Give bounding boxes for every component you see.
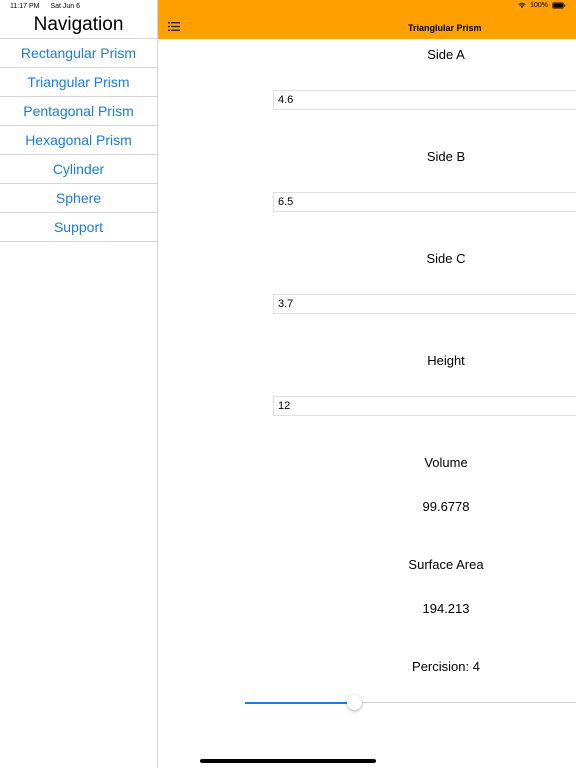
side-b-label: Side B [426, 149, 466, 164]
sidebar-title: Navigation [33, 14, 124, 35]
slider-track-empty[interactable] [355, 702, 576, 703]
side-b-input[interactable] [273, 192, 576, 212]
sidebar-item-support[interactable]: Support [0, 213, 157, 242]
side-c-input[interactable] [273, 294, 576, 314]
slider-track-filled[interactable] [245, 702, 355, 704]
battery-icon [552, 2, 566, 9]
side-a-input[interactable] [273, 90, 576, 110]
surface-area-value: 194.213 [422, 601, 470, 616]
sidebar-item-triangular-prism[interactable]: Triangular Prism [0, 68, 157, 97]
surface-area-label: Surface Area [408, 557, 484, 572]
status-date: Sat Jun 6 [50, 3, 80, 10]
volume-value: 99.6778 [422, 499, 470, 514]
sidebar-list: Rectangular Prism Triangular Prism Penta… [0, 38, 157, 242]
precision-label: Percision: 4 [412, 659, 480, 674]
page-title: Trianglular Prism [408, 23, 482, 33]
slider-thumb[interactable] [347, 695, 362, 710]
status-bar: 11:17 PM Sat Jun 6 100% [0, 0, 576, 14]
status-right: 100% [518, 2, 566, 9]
side-a-label: Side A [427, 47, 465, 62]
main-panel: Trianglular Prism Side A Side B Side C H… [158, 0, 576, 768]
sidebar-item-pentagonal-prism[interactable]: Pentagonal Prism [0, 97, 157, 126]
status-time: 11:17 PM [10, 3, 40, 10]
status-left: 11:17 PM Sat Jun 6 [10, 3, 80, 10]
height-input[interactable] [273, 396, 576, 416]
volume-label: Volume [424, 455, 468, 470]
home-indicator [200, 759, 376, 763]
sidebar: Navigation Rectangular Prism Triangular … [0, 0, 158, 768]
sidebar-item-sphere[interactable]: Sphere [0, 184, 157, 213]
sidebar-item-hexagonal-prism[interactable]: Hexagonal Prism [0, 126, 157, 155]
wifi-icon [518, 2, 526, 8]
sidebar-item-cylinder[interactable]: Cylinder [0, 155, 157, 184]
battery-percent: 100% [530, 2, 548, 9]
list-icon[interactable] [168, 22, 180, 31]
side-c-label: Side C [426, 251, 466, 266]
height-label: Height [427, 353, 465, 368]
sidebar-item-rectangular-prism[interactable]: Rectangular Prism [0, 39, 157, 68]
